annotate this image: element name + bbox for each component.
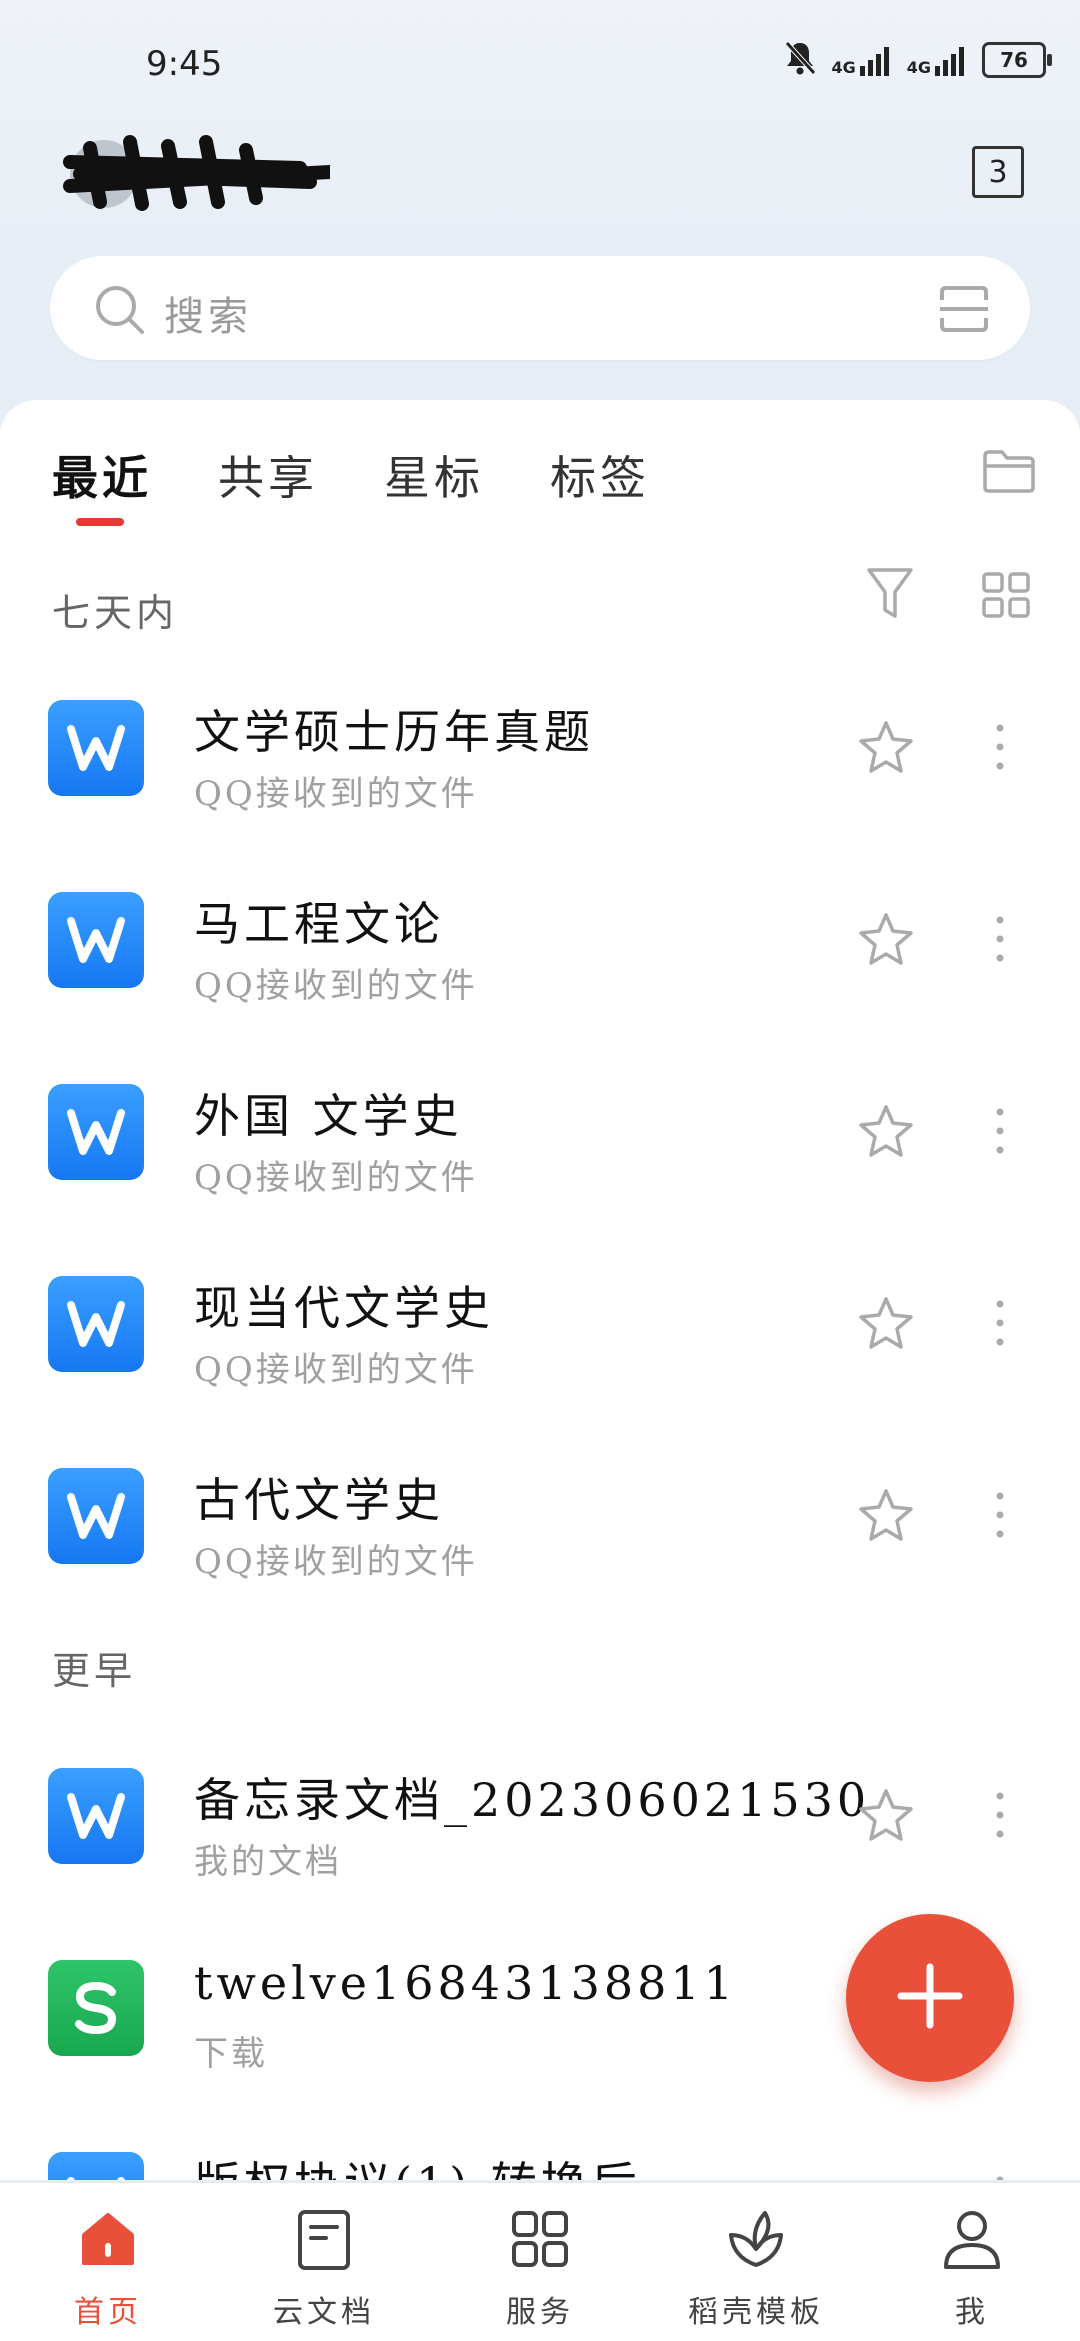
writer-doc-icon [48, 892, 144, 988]
file-name: 外国 文学史 [194, 1089, 463, 1143]
status-time: 9:45 [146, 44, 223, 84]
star-icon[interactable] [858, 1488, 914, 1546]
home-icon [78, 2209, 138, 2273]
section-header-earlier: 更早 [52, 1649, 137, 1693]
nav-home[interactable]: 首页 [0, 2183, 216, 2341]
writer-doc-icon [48, 700, 144, 796]
file-name: 古代文学史 [194, 1473, 444, 1527]
folder-icon[interactable] [982, 448, 1036, 498]
file-source: QQ接收到的文件 [194, 774, 478, 814]
battery-icon: 76 [982, 42, 1052, 78]
more-options-icon[interactable] [994, 1790, 1006, 1844]
star-icon[interactable] [858, 1296, 914, 1354]
nav-me[interactable]: 我 [864, 2183, 1080, 2341]
scan-icon[interactable] [938, 284, 990, 338]
tab-bar: 最近 共享 星标 标签 [52, 442, 650, 526]
grid-view-icon[interactable] [982, 572, 1030, 622]
section-header-recent: 七天内 [52, 591, 179, 635]
network-type-1: 4G [831, 58, 856, 77]
nav-label: 稻壳模板 [688, 2295, 824, 2330]
battery-level: 76 [1000, 48, 1028, 72]
mute-bell-icon [783, 40, 817, 80]
file-name: twelve16843138811 [194, 1956, 737, 2010]
file-source: QQ接收到的文件 [194, 966, 478, 1006]
leaf-icon [725, 2209, 787, 2273]
more-options-icon[interactable] [994, 722, 1006, 776]
network-type-2: 4G [906, 58, 931, 77]
writer-doc-icon [48, 2152, 144, 2180]
tab-count-value: 3 [988, 154, 1008, 190]
tab-labels[interactable]: 标签 [550, 442, 650, 508]
more-options-icon[interactable] [994, 914, 1006, 968]
file-name: 文学硕士历年真题 [194, 705, 594, 759]
file-source: QQ接收到的文件 [194, 1350, 478, 1390]
file-source: QQ接收到的文件 [194, 1158, 478, 1198]
writer-doc-icon [48, 1276, 144, 1372]
avatar[interactable] [60, 128, 337, 218]
nav-services[interactable]: 服务 [432, 2183, 648, 2341]
signal-icon-1: 4G [831, 44, 892, 76]
services-grid-icon [510, 2209, 570, 2273]
status-bar: 9:45 4G 4G 76 [0, 0, 1080, 130]
list-item[interactable]: 外国 文学史 QQ接收到的文件 [0, 1054, 1080, 1204]
more-options-icon[interactable] [994, 1106, 1006, 1160]
nav-cloud-docs[interactable]: 云文档 [216, 2183, 432, 2341]
list-item[interactable]: 现当代文学史 QQ接收到的文件 [0, 1246, 1080, 1396]
filter-icon[interactable] [866, 566, 914, 626]
status-icons: 4G 4G 76 [783, 40, 1052, 80]
list-item[interactable]: 文学硕士历年真题 QQ接收到的文件 [0, 670, 1080, 820]
more-options-icon[interactable] [994, 1298, 1006, 1352]
plus-icon [895, 1961, 965, 2035]
search-icon [92, 282, 146, 340]
user-icon [942, 2209, 1002, 2275]
star-icon[interactable] [858, 1788, 914, 1846]
tab-shared[interactable]: 共享 [218, 442, 318, 508]
search-bar[interactable]: 搜索 [50, 256, 1030, 360]
tab-recent[interactable]: 最近 [52, 442, 152, 526]
nav-label: 云文档 [273, 2295, 375, 2330]
star-icon[interactable] [858, 912, 914, 970]
nav-templates[interactable]: 稻壳模板 [648, 2183, 864, 2341]
tab-starred[interactable]: 星标 [384, 442, 484, 508]
file-name: 版权协议(1)-转换后 [194, 2148, 641, 2180]
cloud-doc-icon [296, 2209, 352, 2275]
file-source: 下载 [194, 2034, 268, 2074]
nav-label: 服务 [506, 2295, 574, 2330]
writer-doc-icon [48, 1768, 144, 1864]
file-source: QQ接收到的文件 [194, 1542, 478, 1582]
more-options-icon[interactable] [994, 1490, 1006, 1544]
signal-icon-2: 4G [907, 44, 968, 76]
new-document-button[interactable] [846, 1914, 1014, 2082]
bottom-nav: 首页 云文档 服务 稻壳模板 我 [0, 2182, 1080, 2341]
star-icon[interactable] [858, 720, 914, 778]
sheet-doc-icon [48, 1960, 144, 2056]
file-name: 现当代文学史 [194, 1281, 494, 1335]
file-name: 马工程文论 [194, 897, 444, 951]
writer-doc-icon [48, 1468, 144, 1564]
nav-label: 我 [955, 2295, 989, 2330]
file-source: 我的文档 [194, 1842, 342, 1882]
search-placeholder: 搜索 [164, 294, 252, 340]
star-icon[interactable] [858, 1104, 914, 1162]
main-panel: 最近 共享 星标 标签 七天内 文学硕士历年真题 QQ接收到的文件 马工程文论 … [0, 400, 1080, 2180]
more-options-icon[interactable] [994, 2174, 1006, 2180]
list-item[interactable]: 版权协议(1)-转换后 [0, 2122, 1080, 2180]
list-item[interactable]: 马工程文论 QQ接收到的文件 [0, 862, 1080, 1012]
open-tabs-button[interactable]: 3 [972, 146, 1024, 198]
list-item[interactable]: 备忘录文档_202306021530 我的文档 [0, 1738, 1080, 1888]
nav-label: 首页 [74, 2295, 142, 2330]
file-name: 备忘录文档_202306021530 [194, 1773, 871, 1827]
list-item[interactable]: 古代文学史 QQ接收到的文件 [0, 1438, 1080, 1588]
writer-doc-icon [48, 1084, 144, 1180]
